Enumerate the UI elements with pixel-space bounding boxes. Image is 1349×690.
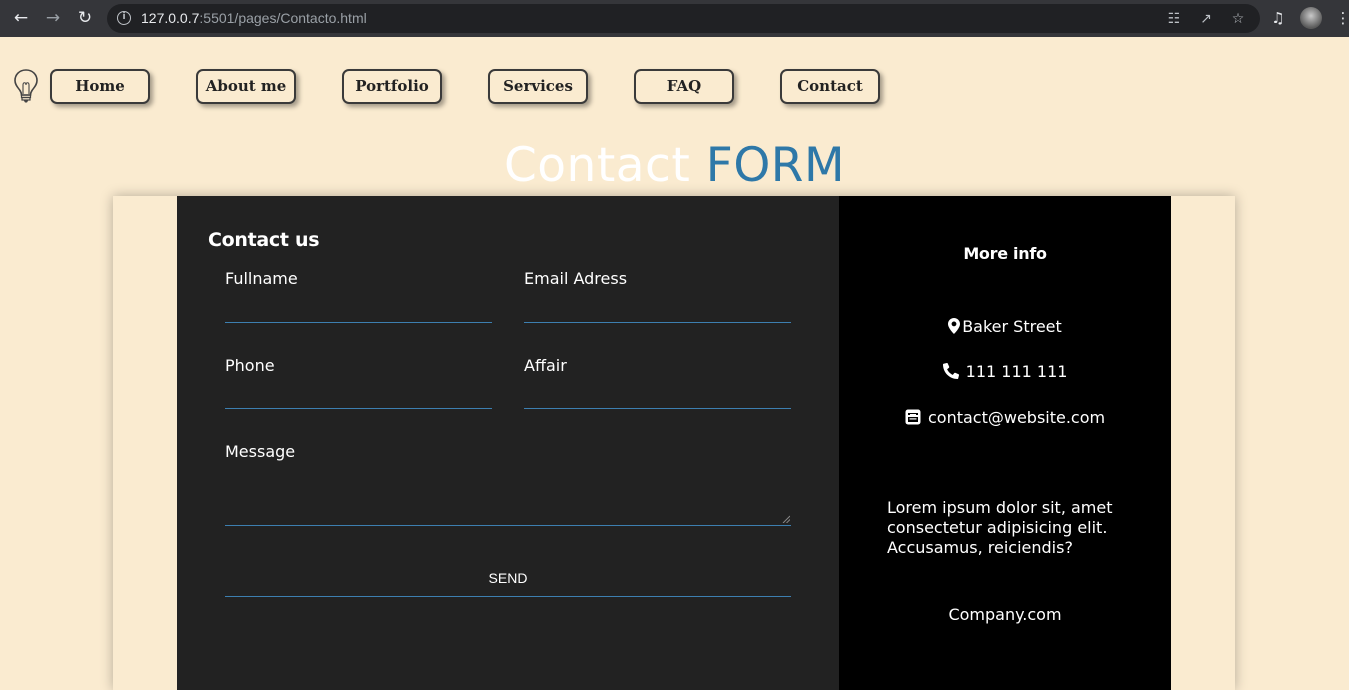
email-label: Email Adress xyxy=(524,269,628,288)
nav-faq-button[interactable]: FAQ xyxy=(634,69,734,104)
forward-arrow-icon[interactable]: → xyxy=(42,7,64,29)
more-info-title: More info xyxy=(963,244,1047,263)
site-info-icon[interactable]: i xyxy=(117,11,131,25)
profile-avatar[interactable] xyxy=(1300,7,1322,29)
reload-icon[interactable]: ↻ xyxy=(74,7,96,29)
email-input[interactable] xyxy=(524,295,791,321)
fullname-input[interactable] xyxy=(225,295,492,321)
menu-dots-icon[interactable]: ⋮ xyxy=(1333,8,1349,28)
address-row: Baker Street xyxy=(839,317,1171,336)
phone-text: 111 111 111 xyxy=(965,362,1068,381)
address-text: Baker Street xyxy=(962,317,1062,336)
fullname-label: Fullname xyxy=(225,269,298,288)
browser-toolbar: ← → ↻ i 127.0.0.7:5501/pages/Contacto.ht… xyxy=(0,0,1349,37)
message-label: Message xyxy=(225,442,296,461)
page-title: Contact FORM xyxy=(0,138,1349,193)
url-text[interactable]: 127.0.0.7:5501/pages/Contacto.html xyxy=(141,10,367,26)
email-text: contact@website.com xyxy=(927,408,1106,427)
media-control-icon[interactable]: ♫ xyxy=(1268,8,1288,28)
bookmark-star-icon[interactable]: ☆ xyxy=(1229,10,1247,28)
nav-portfolio-button[interactable]: Portfolio xyxy=(342,69,442,104)
email-row: contact@website.com xyxy=(839,408,1171,427)
nav-services-button[interactable]: Services xyxy=(488,69,588,104)
email-underline xyxy=(524,322,791,323)
nav-contact-button[interactable]: Contact xyxy=(780,69,880,104)
phone-label: Phone xyxy=(225,356,275,375)
info-description: Lorem ipsum dolor sit, amet consectetur … xyxy=(887,498,1113,557)
envelope-box-icon xyxy=(905,409,921,425)
back-arrow-icon[interactable]: ← xyxy=(10,7,32,29)
nav-about-button[interactable]: About me xyxy=(196,69,296,104)
phone-underline xyxy=(225,408,492,409)
fullname-underline xyxy=(225,322,492,323)
page-title-part2: FORM xyxy=(705,138,846,193)
send-button[interactable]: SEND xyxy=(225,566,791,590)
phone-input[interactable] xyxy=(225,381,492,407)
phone-row: 111 111 111 xyxy=(839,362,1171,381)
map-marker-icon xyxy=(948,318,961,334)
affair-underline xyxy=(524,408,791,409)
translate-icon[interactable]: ☷ xyxy=(1165,10,1183,28)
message-underline xyxy=(225,525,791,526)
send-underline xyxy=(225,596,791,597)
phone-icon xyxy=(942,362,959,379)
resize-handle-icon[interactable] xyxy=(782,515,790,523)
lightbulb-icon[interactable] xyxy=(12,68,40,104)
nav-home-button[interactable]: Home xyxy=(50,69,150,104)
affair-label: Affair xyxy=(524,356,567,375)
affair-input[interactable] xyxy=(524,381,791,407)
address-bar[interactable]: i 127.0.0.7:5501/pages/Contacto.html ☷ ↗… xyxy=(107,4,1260,33)
company-name: Company.com xyxy=(948,605,1062,624)
page-title-part1: Contact xyxy=(503,138,691,193)
message-textarea[interactable] xyxy=(225,470,791,524)
form-title: Contact us xyxy=(208,229,320,251)
share-icon[interactable]: ↗ xyxy=(1197,10,1215,28)
